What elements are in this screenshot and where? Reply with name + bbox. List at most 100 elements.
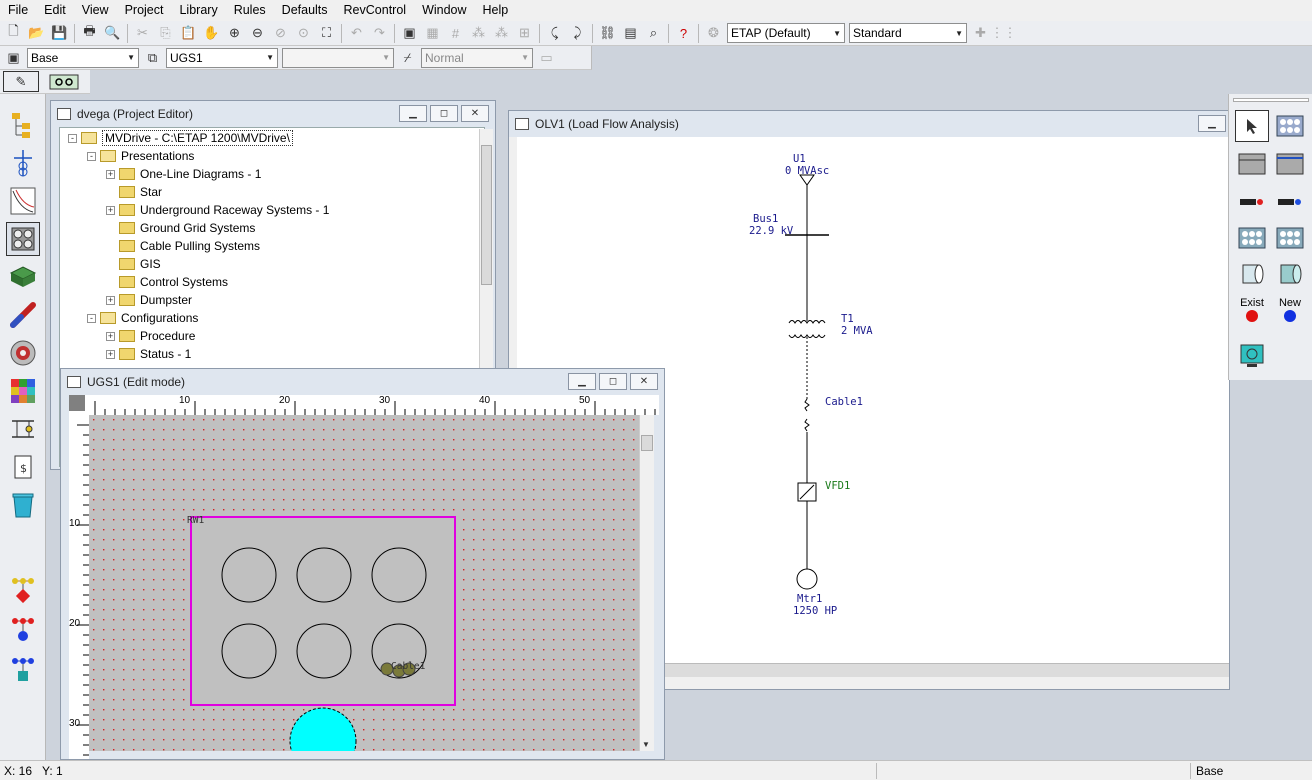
duct-bank-icon[interactable]	[1273, 110, 1307, 142]
cut-icon[interactable]: ✂	[132, 23, 153, 44]
map-layers-icon[interactable]	[6, 374, 40, 408]
get-template-icon[interactable]: ⤹	[544, 23, 565, 44]
conduit-circle[interactable]	[221, 623, 277, 679]
zoom-fit-icon[interactable]: ⛶	[316, 23, 337, 44]
check-continuity-icon[interactable]: ⁂	[468, 23, 489, 44]
scroll-down-arrow-icon[interactable]: ▼	[642, 740, 650, 749]
hyperlink-icon[interactable]: ⛓	[597, 23, 618, 44]
dc-system-icon[interactable]: $	[6, 450, 40, 484]
diagram-blue-icon[interactable]	[6, 612, 40, 646]
cable-red-icon[interactable]	[1235, 186, 1269, 218]
conduit-grid-icon[interactable]	[1235, 222, 1269, 254]
menu-revcontrol[interactable]: RevControl	[336, 0, 415, 21]
add-template-icon[interactable]: ⤸	[567, 23, 588, 44]
tree-item[interactable]: - Presentations	[87, 147, 194, 165]
select-pointer-icon[interactable]	[1235, 110, 1269, 142]
star-tcc-icon[interactable]	[6, 184, 40, 218]
presentation-icon[interactable]: ▣	[3, 47, 24, 68]
tree-item[interactable]: + Procedure	[106, 327, 195, 345]
pan-hand-icon[interactable]: ✋	[201, 23, 222, 44]
expand-icon[interactable]: +	[106, 205, 115, 215]
monitor-icon[interactable]	[1235, 340, 1269, 372]
collapse-icon[interactable]: -	[87, 151, 96, 161]
ugs-combo[interactable]: UGS1 ▼	[166, 47, 278, 68]
ground-grid-icon[interactable]	[6, 260, 40, 294]
tree-item[interactable]: Ground Grid Systems	[106, 219, 255, 237]
ac-library-icon[interactable]: ❂	[703, 23, 724, 44]
new-button[interactable]: New	[1273, 294, 1307, 326]
tree-item[interactable]: Control Systems	[106, 273, 228, 291]
one-line-diagram-icon[interactable]	[6, 146, 40, 180]
tree-item[interactable]: + One-Line Diagrams - 1	[106, 165, 261, 183]
external-heat-icon[interactable]	[1273, 148, 1307, 180]
gis-icon[interactable]	[6, 336, 40, 370]
save-icon[interactable]: 💾	[49, 23, 70, 44]
minimize-button[interactable]: ▁	[568, 373, 596, 390]
minimize-button[interactable]: ▁	[1198, 115, 1226, 132]
library-tools-icon[interactable]: ✚	[970, 23, 991, 44]
edit-mode-pencil-icon[interactable]: ✎	[3, 71, 39, 92]
close-button[interactable]: ✕	[630, 373, 658, 390]
copy-icon[interactable]: ⎘	[155, 23, 176, 44]
library-combo[interactable]: ETAP (Default) ▼	[727, 23, 845, 43]
ugs-canvas[interactable]: RW1 Cable1	[89, 415, 639, 751]
expand-icon[interactable]: +	[106, 295, 115, 305]
zoom-out-icon[interactable]: ⊖	[247, 23, 268, 44]
study-mode-icon[interactable]	[46, 71, 82, 92]
exist-button[interactable]: Exist	[1235, 294, 1269, 326]
diagram-teal-icon[interactable]	[6, 652, 40, 686]
ugs-select-icon[interactable]: ⧉	[142, 47, 163, 68]
project-tree-icon[interactable]	[6, 108, 40, 142]
style-combo[interactable]: Standard ▼	[849, 23, 967, 43]
tree-item[interactable]: Star	[106, 183, 162, 201]
conduit-circle[interactable]	[371, 547, 427, 603]
collapse-icon[interactable]: -	[87, 313, 96, 323]
menu-library[interactable]: Library	[171, 0, 225, 21]
check-2-icon[interactable]: ⁂	[491, 23, 512, 44]
tree-item[interactable]: + Underground Raceway Systems - 1	[106, 201, 329, 219]
underground-raceway-icon[interactable]	[6, 222, 40, 256]
menu-file[interactable]: File	[0, 0, 36, 21]
diagram-red-icon[interactable]	[6, 572, 40, 606]
text-box-icon[interactable]: ▣	[399, 23, 420, 44]
conduit-tube-icon[interactable]	[1235, 258, 1269, 290]
menu-rules[interactable]: Rules	[226, 0, 274, 21]
arrange-icon[interactable]: ⊞	[514, 23, 535, 44]
expand-icon[interactable]: +	[106, 331, 115, 341]
menu-help[interactable]: Help	[475, 0, 517, 21]
zoom-in-icon[interactable]: ⊕	[224, 23, 245, 44]
close-button[interactable]: ✕	[461, 105, 489, 122]
open-folder-icon[interactable]: 📂	[26, 23, 47, 44]
menu-project[interactable]: Project	[117, 0, 172, 21]
expand-icon[interactable]: +	[106, 169, 115, 179]
zoom-back-icon[interactable]: ⊘	[270, 23, 291, 44]
conduit-tube-2-icon[interactable]	[1273, 258, 1307, 290]
report-manager-icon[interactable]: ▤	[620, 23, 641, 44]
show-grid-icon[interactable]: ▦	[422, 23, 443, 44]
camera-icon[interactable]: ▭	[536, 47, 557, 68]
expand-icon[interactable]: +	[106, 349, 115, 359]
menu-view[interactable]: View	[74, 0, 117, 21]
tree-item[interactable]: GIS	[106, 255, 161, 273]
undo-icon[interactable]: ↶	[346, 23, 367, 44]
tree-item[interactable]: + Status - 1	[106, 345, 191, 363]
conduit-circle[interactable]	[221, 547, 277, 603]
scrollbar-thumb[interactable]	[481, 145, 492, 285]
tree-item[interactable]: - MVDrive - C:\ETAP 1200\MVDrive\	[68, 129, 293, 147]
conduit-circle[interactable]	[296, 623, 352, 679]
minimize-button[interactable]: ▁	[399, 105, 427, 122]
menu-edit[interactable]: Edit	[36, 0, 74, 21]
find-binoculars-icon[interactable]: ⌕	[643, 23, 664, 44]
cyan-element[interactable]	[289, 707, 357, 751]
paste-icon[interactable]: 📋	[178, 23, 199, 44]
tree-item[interactable]: Cable Pulling Systems	[106, 237, 260, 255]
control-system-icon[interactable]	[6, 412, 40, 446]
tree-item[interactable]: + Dumpster	[106, 291, 192, 309]
conduit-circle[interactable]	[296, 547, 352, 603]
switch-icon[interactable]: ⌿	[397, 47, 418, 68]
menu-window[interactable]: Window	[414, 0, 474, 21]
direct-buried-icon[interactable]	[1235, 148, 1269, 180]
scrollbar-thumb[interactable]	[641, 435, 653, 451]
menu-defaults[interactable]: Defaults	[274, 0, 336, 21]
cable-blue-icon[interactable]	[1273, 186, 1307, 218]
